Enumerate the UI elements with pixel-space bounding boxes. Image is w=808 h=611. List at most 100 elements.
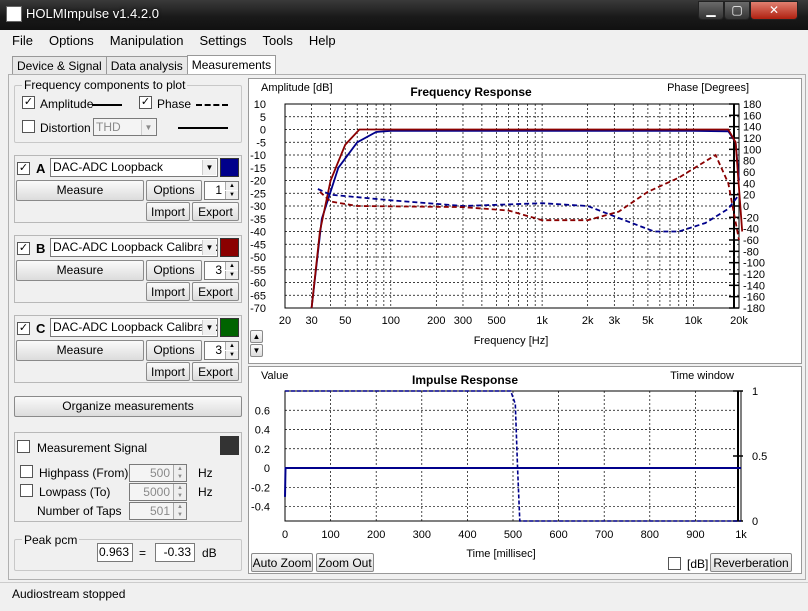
scroll-down-button[interactable]: ▼ — [250, 344, 263, 357]
measure-c-button[interactable]: Measure — [16, 340, 144, 361]
auto-zoom-button[interactable]: Auto Zoom — [251, 553, 313, 572]
spin-up-icon[interactable]: ▲ — [225, 182, 238, 190]
highpass-checkbox[interactable] — [20, 465, 33, 478]
menu-file[interactable]: File — [4, 30, 41, 51]
phase-line-sample — [196, 104, 228, 106]
measurement-c-color[interactable] — [220, 318, 239, 337]
measurement-b-select[interactable]: DAC-ADC Loopback Calibrated ▼ — [50, 238, 218, 257]
measurement-a-select[interactable]: DAC-ADC Loopback ▼ — [50, 158, 218, 177]
import-b-button[interactable]: Import — [146, 282, 190, 301]
export-a-button[interactable]: Export — [192, 202, 239, 221]
export-c-button[interactable]: Export — [192, 362, 239, 381]
fr-ytick-label: 5 — [260, 112, 266, 124]
fr-ytick-label: -30 — [250, 201, 266, 213]
options-a-button[interactable]: Options — [146, 180, 202, 201]
options-b-button[interactable]: Options — [146, 260, 202, 281]
spin-up-icon[interactable]: ▲ — [225, 342, 238, 350]
spin-down-icon[interactable]: ▼ — [173, 511, 186, 519]
measurement-c-checkbox[interactable]: ✓ — [17, 322, 30, 335]
fr-ytick-label: -60 — [250, 278, 266, 290]
spin-down-icon[interactable]: ▼ — [225, 351, 238, 359]
spin-down-icon[interactable]: ▼ — [173, 492, 186, 500]
fr-y2tick-label: -20 — [743, 212, 759, 224]
amplitude-checkbox[interactable]: ✓ — [22, 96, 35, 109]
count-b-stepper[interactable]: 3 ▲ ▼ — [204, 261, 239, 280]
title-bar: HOLMImpulse v1.4.2.0 ▁ ▢ ✕ — [0, 0, 808, 30]
menu-options[interactable]: Options — [41, 30, 102, 51]
reverberation-button[interactable]: Reverberation — [710, 553, 792, 572]
fr-xtick-label: 20 — [279, 315, 291, 327]
phase-checkbox[interactable]: ✓ — [139, 96, 152, 109]
distortion-select[interactable]: THD ▼ — [93, 118, 157, 136]
fr-ytick-label: -20 — [250, 176, 266, 188]
menu-manipulation[interactable]: Manipulation — [102, 30, 192, 51]
lowpass-checkbox[interactable] — [20, 484, 33, 497]
status-bar: Audiostream stopped — [0, 582, 808, 611]
measurement-b-color[interactable] — [220, 238, 239, 257]
ir-ytick-label: -0.2 — [251, 482, 270, 494]
import-a-button[interactable]: Import — [146, 202, 190, 221]
ir-xtick-label: 300 — [413, 529, 431, 541]
minimize-button[interactable]: ▁ — [698, 1, 724, 20]
menu-help[interactable]: Help — [301, 30, 344, 51]
taps-value: 501 — [149, 504, 170, 518]
fr-y2tick-label: -60 — [743, 235, 759, 247]
signal-color[interactable] — [220, 436, 239, 455]
lowpass-stepper[interactable]: 5000 ▲ ▼ — [129, 483, 187, 501]
ir-ytick-label: 0.2 — [255, 444, 270, 456]
export-b-button[interactable]: Export — [192, 282, 239, 301]
ir-title: Impulse Response — [412, 373, 518, 387]
tab-device-signal[interactable]: Device & Signal — [12, 56, 107, 75]
measure-a-button[interactable]: Measure — [16, 180, 144, 201]
scroll-up-button[interactable]: ▲ — [250, 330, 263, 343]
spin-down-icon[interactable]: ▼ — [225, 191, 238, 199]
spin-down-icon[interactable]: ▼ — [173, 473, 186, 481]
fr-ytick-label: -25 — [250, 188, 266, 200]
measurement-signal-checkbox[interactable] — [17, 440, 30, 453]
menu-settings[interactable]: Settings — [191, 30, 254, 51]
import-c-button[interactable]: Import — [146, 362, 190, 381]
frequency-response-chart[interactable]: Amplitude [dB] Frequency Response Phase … — [249, 79, 801, 363]
spin-up-icon[interactable]: ▲ — [173, 503, 186, 511]
fr-ytick-label: -50 — [250, 252, 266, 264]
status-text: Audiostream stopped — [12, 587, 126, 601]
spin-up-icon[interactable]: ▲ — [173, 484, 186, 492]
measurement-b-checkbox[interactable]: ✓ — [17, 242, 30, 255]
maximize-button[interactable]: ▢ — [724, 1, 750, 20]
distortion-select-value: THD — [96, 120, 121, 134]
highpass-value: 500 — [149, 466, 170, 480]
impulse-response-chart[interactable]: Value Impulse Response Time window Time … — [249, 367, 801, 573]
spin-up-icon[interactable]: ▲ — [225, 262, 238, 270]
zoom-out-button[interactable]: Zoom Out — [316, 553, 374, 572]
db-checkbox[interactable] — [668, 557, 681, 570]
organize-measurements-button[interactable]: Organize measurements — [14, 396, 242, 417]
freq-components-title: Frequency components to plot — [22, 78, 188, 92]
tab-measurements[interactable]: Measurements — [186, 55, 277, 76]
spin-up-icon[interactable]: ▲ — [173, 465, 186, 473]
taps-stepper[interactable]: 501 ▲ ▼ — [129, 502, 187, 520]
options-c-button[interactable]: Options — [146, 340, 202, 361]
ir-ytick-label: -0.4 — [251, 502, 270, 514]
close-button[interactable]: ✕ — [750, 1, 798, 20]
lowpass-label: Lowpass (To) — [39, 485, 111, 499]
spin-down-icon[interactable]: ▼ — [225, 271, 238, 279]
fr-y2tick-label: -40 — [743, 224, 759, 236]
distortion-line-sample — [178, 127, 228, 129]
highpass-stepper[interactable]: 500 ▲ ▼ — [129, 464, 187, 482]
peak-pcm-value: 0.963 — [97, 543, 133, 562]
distortion-checkbox[interactable] — [22, 120, 35, 133]
measurement-a-color[interactable] — [220, 158, 239, 177]
count-c-stepper[interactable]: 3 ▲ ▼ — [204, 341, 239, 360]
fr-y2tick-label: -100 — [743, 258, 765, 270]
fr-y2tick-label: 100 — [743, 144, 761, 156]
measurement-b-letter: B — [36, 241, 46, 256]
measurement-c-select[interactable]: DAC-ADC Loopback Calibrated ▼ — [50, 318, 218, 337]
tab-data-analysis[interactable]: Data analysis — [105, 56, 188, 75]
count-a-stepper[interactable]: 1 ▲ ▼ — [204, 181, 239, 200]
fr-ytick-label: -70 — [250, 303, 266, 315]
measure-b-button[interactable]: Measure — [16, 260, 144, 281]
measurement-c-letter: C — [36, 321, 46, 336]
menu-tools[interactable]: Tools — [254, 30, 300, 51]
measurement-a-checkbox[interactable]: ✓ — [17, 162, 30, 175]
chevron-down-icon: ▼ — [202, 320, 216, 335]
